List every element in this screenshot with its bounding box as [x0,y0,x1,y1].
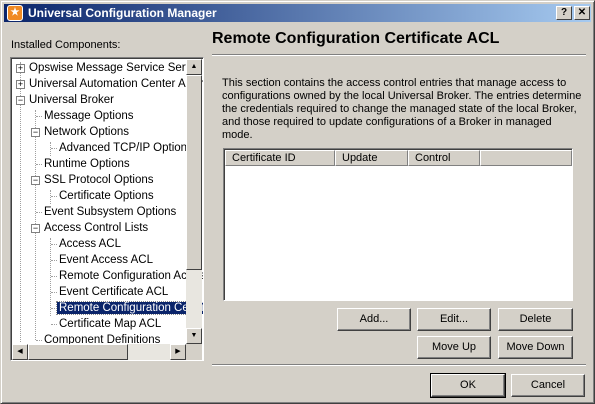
window-title: Universal Configuration Manager [28,6,217,20]
help-button[interactable]: ? [556,6,572,20]
arrow-right-icon[interactable]: ▶ [170,344,186,360]
column-header-update[interactable]: Update [335,150,408,166]
tree-item-certificate-map-acl[interactable]: Certificate Map ACL [11,316,163,332]
ok-button[interactable]: OK [430,373,506,398]
tree-item-advanced-tcp-ip-options[interactable]: Advanced TCP/IP Options [11,140,195,156]
tree-item-label: Runtime Options [44,158,130,170]
app-icon: ★ [7,5,23,21]
tree-line [51,196,57,197]
tree-line [36,164,42,165]
tree-item-label: SSL Protocol Options [44,174,154,186]
tree-item-label: Remote Configuration Certificate ACL [56,301,203,315]
tree-item-label: Message Options [44,110,134,122]
tree-item-label: Universal Broker [29,94,114,106]
tree-item-opswise-message-service[interactable]: + Opswise Message Service Server [11,60,203,76]
tree-item-label: Universal Automation Center Agent [29,78,204,90]
tree-item-label: Certificate Options [59,190,154,202]
tree-item-label: Opswise Message Service Server [29,62,202,74]
collapse-icon[interactable]: − [31,224,40,233]
tree-item-ssl-protocol-options[interactable]: − SSL Protocol Options [11,172,156,188]
tree-item-label: Remote Configuration Access ACL [59,270,203,282]
tree-line [36,116,42,117]
tree-item-label: Event Access ACL [59,254,153,266]
tree-line [51,308,57,309]
collapse-icon[interactable]: − [31,128,40,137]
tree-line [51,148,57,149]
tree-vertical-scrollbar[interactable]: ▲ ▼ [186,59,202,344]
component-tree[interactable]: + Opswise Message Service Server + Unive… [10,57,204,361]
column-header-control[interactable]: Control [408,150,480,166]
tree-item-label: Certificate Map ACL [59,318,162,330]
tree-item-label: Access Control Lists [44,222,149,234]
tree-item-remote-configuration-certificate-acl[interactable]: Remote Configuration Certificate ACL [11,300,203,316]
title-bar[interactable]: ★ Universal Configuration Manager ? ✕ [4,4,591,22]
edit-button[interactable]: Edit... [417,308,491,331]
scroll-corner [186,344,202,360]
horizontal-scroll-thumb[interactable] [28,344,128,360]
tree-line [51,260,57,261]
collapse-icon[interactable]: − [16,96,25,105]
expand-icon[interactable]: + [16,80,25,89]
arrow-down-icon[interactable]: ▼ [186,328,202,344]
panel-title: Remote Configuration Certificate ACL [212,30,500,47]
arrow-up-icon[interactable]: ▲ [186,59,202,75]
tree-line [51,244,57,245]
column-header-certificate-id[interactable]: Certificate ID [225,150,335,166]
tree-item-label: Access ACL [59,238,121,250]
tree-horizontal-scrollbar[interactable]: ◀ ▶ [12,344,186,360]
installed-components-label: Installed Components: [11,39,121,51]
tree-line [36,212,42,213]
tree-item-label: Advanced TCP/IP Options [59,142,193,154]
column-header-filler [480,150,572,166]
tree-item-universal-automation-center-agent[interactable]: + Universal Automation Center Agent [11,76,204,92]
tree-item-certificate-options[interactable]: Certificate Options [11,188,156,204]
tree-line [36,340,42,341]
tree-item-event-access-acl[interactable]: Event Access ACL [11,252,155,268]
tree-item-universal-broker[interactable]: − Universal Broker [11,92,116,108]
add-button[interactable]: Add... [337,308,411,331]
tree-item-label: Event Certificate ACL [59,286,169,298]
tree-item-label: Network Options [44,126,130,138]
expand-icon[interactable]: + [16,64,25,73]
tree-item-network-options[interactable]: − Network Options [11,124,131,140]
close-button[interactable]: ✕ [574,6,590,20]
tree-item-access-control-lists[interactable]: − Access Control Lists [11,220,150,236]
title-divider [212,54,586,56]
arrow-left-icon[interactable]: ◀ [12,344,28,360]
move-up-button[interactable]: Move Up [417,336,491,359]
vertical-scroll-thumb[interactable] [186,75,202,270]
delete-button[interactable]: Delete [498,308,573,331]
tree-item-access-acl[interactable]: Access ACL [11,236,123,252]
tree-item-runtime-options[interactable]: Runtime Options [11,156,132,172]
tree-line [51,324,57,325]
tree-item-label: Event Subsystem Options [44,206,177,218]
tree-item-event-certificate-acl[interactable]: Event Certificate ACL [11,284,170,300]
tree-item-remote-configuration-access-acl[interactable]: Remote Configuration Access ACL [11,268,203,284]
collapse-icon[interactable]: − [31,176,40,185]
panel-description: This section contains the access control… [222,77,582,141]
tree-line [51,276,57,277]
tree-item-message-options[interactable]: Message Options [11,108,136,124]
config-manager-window: ★ Universal Configuration Manager ? ✕ In… [0,0,595,404]
tree-line [51,292,57,293]
footer-divider [212,364,586,366]
tree-item-event-subsystem-options[interactable]: Event Subsystem Options [11,204,178,220]
move-down-button[interactable]: Move Down [498,336,573,359]
acl-entries-table[interactable]: Certificate ID Update Control [223,148,573,301]
cancel-button[interactable]: Cancel [511,374,585,397]
